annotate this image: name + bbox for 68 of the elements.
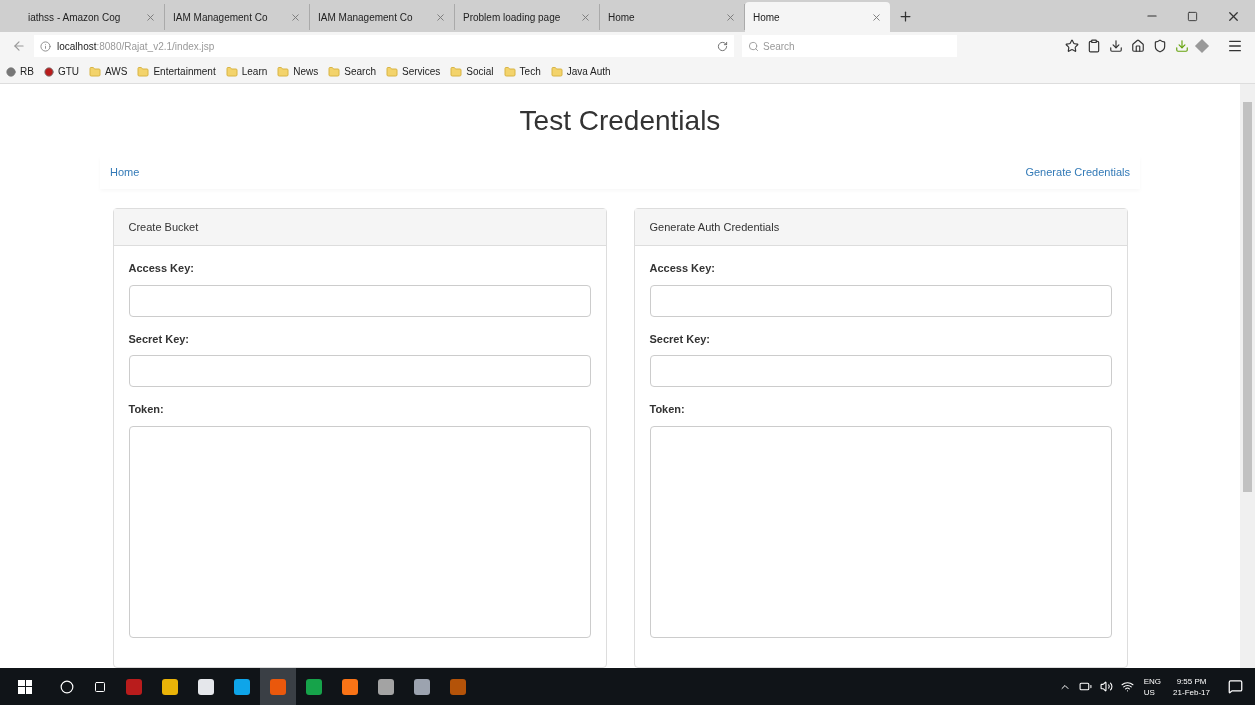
network-icon[interactable] [1120,680,1134,693]
bookmark[interactable]: News [277,64,319,79]
panel-heading: Create Bucket [113,209,606,246]
url-path: :8080/Rajat_v2.1/index.jsp [96,39,216,54]
browser-tab[interactable]: iathss - Amazon Cog [20,4,165,30]
start-icon[interactable] [18,679,32,694]
browser-tab[interactable]: Problem loading page [455,4,600,30]
folder-icon [277,65,290,78]
page-title: Test Credentials [519,104,721,138]
reload-icon[interactable] [717,40,728,52]
bookmark[interactable]: Learn [225,64,268,79]
close-icon[interactable] [1226,9,1241,24]
nav-link[interactable]: Home [110,164,140,181]
field-label: Access Key: [128,261,195,276]
info-icon [40,40,51,52]
bookmark[interactable]: Search [328,64,376,79]
field-label: Secret Key: [649,331,712,347]
new-tab-icon[interactable] [898,9,913,24]
menu-icon[interactable] [1227,38,1243,54]
folder-icon [386,65,398,78]
bookmark[interactable]: Social [450,64,494,79]
folder-icon [450,65,463,78]
folder-icon [137,65,150,78]
star-icon[interactable] [1065,39,1079,53]
input-field[interactable] [649,355,1112,387]
folder-icon [328,65,341,78]
nav-link[interactable]: Generate Credentials [1025,164,1130,181]
bookmark[interactable]: RB [6,64,34,79]
bookmark[interactable]: GTU [43,64,79,79]
panel-heading: Generate Auth Credentials [634,209,1127,246]
field-label: Token: [128,402,165,417]
language-text[interactable]: ENG [1143,675,1162,687]
volume-icon[interactable] [1099,680,1113,693]
search-icon [748,40,759,52]
folder-icon [89,65,101,78]
clock-date[interactable]: 21-Feb-17 [1173,686,1210,698]
input-field[interactable] [128,355,591,387]
browser-tab[interactable]: IAM Management Co [310,4,455,30]
input-field[interactable] [649,284,1112,317]
site-icon [43,66,54,77]
battery-icon[interactable] [1078,680,1092,693]
scrollbar[interactable] [1240,84,1255,668]
search-icon[interactable] [60,679,74,694]
bookmark[interactable]: Services [386,64,441,79]
region-text[interactable]: US [1143,686,1162,698]
notifications-icon[interactable] [1228,679,1243,694]
bookmark[interactable]: Java Auth [550,64,611,79]
url-host: localhost [57,39,97,54]
clock-time[interactable]: 9:55 PM [1176,675,1207,687]
task-view-icon[interactable] [94,680,106,693]
folder-icon [550,65,563,78]
field-label: Access Key: [649,261,716,276]
folder-icon [225,65,238,78]
input-field[interactable] [128,284,591,317]
address-field[interactable]: localhost:8080/Rajat_v2.1/index.jsp [34,35,734,57]
download-icon[interactable] [1109,39,1123,53]
home-icon[interactable] [1131,39,1145,53]
bookmark[interactable]: AWS [89,64,128,79]
bookmark[interactable]: Entertainment [137,64,216,79]
maximize-icon[interactable] [1187,11,1198,22]
folder-icon [503,65,516,78]
field-label: Token: [649,402,686,417]
clipboard-icon[interactable] [1087,39,1101,53]
browser-tab[interactable]: IAM Management Co [165,4,310,30]
browser-tab[interactable]: Home [745,2,890,32]
bookmark[interactable]: Tech [503,64,541,79]
site-icon [6,66,16,77]
field-label: Secret Key: [128,331,191,347]
